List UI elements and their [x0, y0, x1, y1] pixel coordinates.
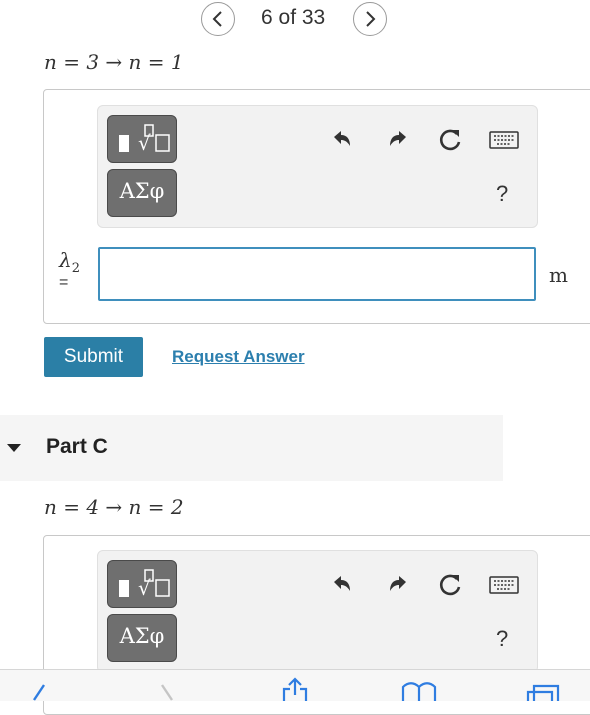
svg-text:√: √ [138, 131, 151, 155]
forward-icon[interactable] [160, 684, 176, 701]
part-b-transition: n = 3 → n = 1 [44, 50, 184, 74]
submit-button[interactable]: Submit [44, 337, 143, 377]
back-icon[interactable] [30, 684, 46, 701]
math-toolbar: √ ΑΣφ ? [97, 105, 538, 228]
templates-button[interactable]: √ [107, 115, 177, 163]
answer-input[interactable] [98, 247, 536, 301]
undo-icon[interactable] [331, 129, 353, 149]
keyboard-icon[interactable] [489, 131, 519, 149]
reset-icon[interactable] [438, 127, 464, 153]
greek-symbols-button[interactable]: ΑΣφ [107, 169, 177, 217]
previous-question-button[interactable] [201, 2, 235, 36]
templates-icon: √ [119, 124, 170, 155]
keyboard-icon[interactable] [489, 576, 519, 594]
book-icon[interactable] [400, 681, 438, 701]
caret-down-icon [7, 444, 21, 452]
answer-label: λ2 [59, 248, 80, 276]
tabs-icon[interactable] [525, 681, 565, 701]
unit-label: m [549, 263, 568, 287]
part-c-transition: n = 4 → n = 2 [44, 495, 184, 519]
part-c-title: Part C [46, 435, 108, 458]
request-answer-link[interactable]: Request Answer [172, 347, 305, 367]
greek-symbols-button[interactable]: ΑΣφ [107, 614, 177, 662]
redo-icon[interactable] [387, 129, 409, 149]
chevron-right-icon [366, 11, 376, 27]
templates-button[interactable]: √ [107, 560, 177, 608]
svg-text:√: √ [138, 576, 151, 600]
part-c-header[interactable]: Part C [0, 415, 503, 481]
undo-icon[interactable] [331, 574, 353, 594]
part-b-answer-box: √ ΑΣφ ? λ2 = m [43, 89, 590, 324]
help-button[interactable]: ? [496, 626, 508, 652]
help-button[interactable]: ? [496, 181, 508, 207]
pager-counter: 6 of 33 [261, 6, 326, 29]
chevron-left-icon [212, 11, 222, 27]
math-toolbar: √ ΑΣφ ? [97, 550, 538, 673]
reset-icon[interactable] [438, 572, 464, 598]
redo-icon[interactable] [387, 574, 409, 594]
equals-sign: = [59, 274, 69, 291]
browser-toolbar [0, 669, 590, 701]
share-icon[interactable] [281, 677, 309, 701]
next-question-button[interactable] [353, 2, 387, 36]
templates-icon: √ [119, 569, 170, 600]
